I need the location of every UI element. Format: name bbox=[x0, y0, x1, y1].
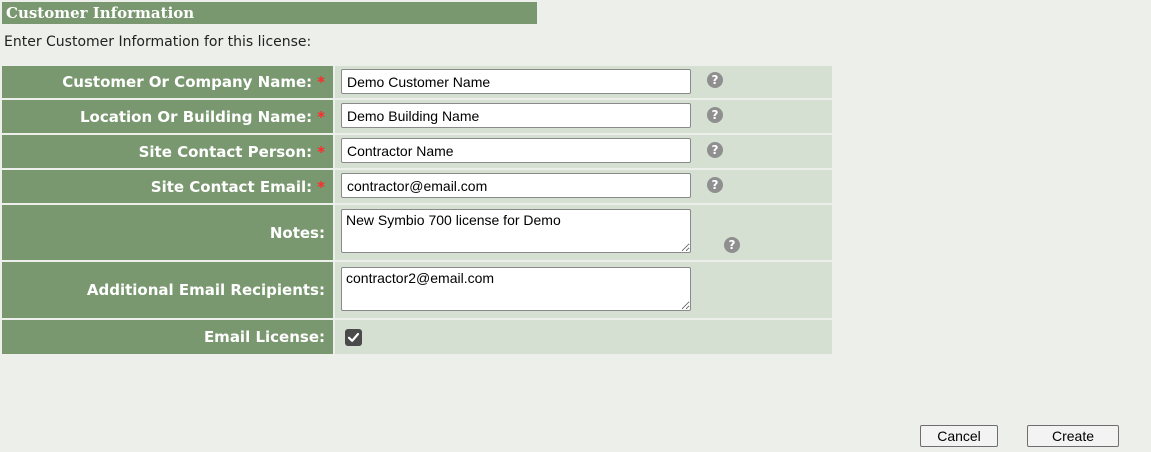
required-marker: * bbox=[317, 107, 325, 126]
form-row-site-contact-email: Site Contact Email: * ? bbox=[2, 170, 832, 203]
notes-label: Notes: bbox=[269, 223, 325, 242]
site-contact-person-value-cell: ? bbox=[335, 135, 832, 168]
required-marker: * bbox=[317, 73, 325, 91]
additional-recipients-value-cell: contractor2@email.com bbox=[335, 262, 832, 318]
site-contact-email-label-cell: Site Contact Email: * bbox=[2, 170, 333, 203]
customer-form: Customer Or Company Name: * ? Location O… bbox=[2, 66, 832, 356]
email-license-value-cell bbox=[335, 320, 832, 354]
form-row-additional-recipients: Additional Email Recipients: contractor2… bbox=[2, 262, 832, 318]
customer-name-input[interactable] bbox=[341, 69, 691, 94]
customer-name-value-cell: ? bbox=[335, 66, 832, 98]
site-contact-email-value-cell: ? bbox=[335, 170, 832, 203]
site-contact-email-input[interactable] bbox=[341, 173, 691, 198]
question-circle-icon[interactable]: ? bbox=[707, 72, 723, 88]
additional-recipients-textarea[interactable]: contractor2@email.com bbox=[341, 267, 691, 311]
form-row-notes: Notes: New Symbio 700 license for Demo ? bbox=[2, 205, 832, 260]
cancel-button[interactable]: Cancel bbox=[920, 425, 998, 447]
location-name-value-cell: ? bbox=[335, 100, 832, 133]
create-button[interactable]: Create bbox=[1027, 425, 1119, 447]
email-license-label-cell: Email License: bbox=[2, 320, 333, 354]
question-circle-icon[interactable]: ? bbox=[707, 107, 723, 123]
question-circle-icon[interactable]: ? bbox=[724, 237, 740, 253]
customer-name-label-cell: Customer Or Company Name: * bbox=[2, 66, 333, 98]
site-contact-person-label-cell: Site Contact Person: * bbox=[2, 135, 333, 168]
form-row-location-name: Location Or Building Name: * ? bbox=[2, 100, 832, 133]
form-row-customer-name: Customer Or Company Name: * ? bbox=[2, 66, 832, 98]
form-row-email-license: Email License: bbox=[2, 320, 832, 354]
customer-name-label: Customer Or Company Name: bbox=[62, 73, 313, 91]
additional-recipients-label-cell: Additional Email Recipients: bbox=[2, 262, 333, 318]
location-name-label: Location Or Building Name: bbox=[79, 107, 313, 126]
checkmark-icon bbox=[347, 332, 360, 342]
section-description: Enter Customer Information for this lice… bbox=[4, 34, 312, 50]
location-name-label-cell: Location Or Building Name: * bbox=[2, 100, 333, 133]
site-contact-person-input[interactable] bbox=[341, 138, 691, 163]
question-circle-icon[interactable]: ? bbox=[707, 142, 723, 158]
site-contact-person-label: Site Contact Person: bbox=[138, 142, 313, 161]
required-marker: * bbox=[317, 142, 325, 161]
site-contact-email-label: Site Contact Email: bbox=[150, 177, 313, 196]
email-license-label: Email License: bbox=[203, 328, 325, 346]
email-license-checkbox[interactable] bbox=[345, 329, 362, 346]
required-marker: * bbox=[317, 177, 325, 196]
section-header: Customer Information bbox=[2, 2, 537, 24]
location-name-input[interactable] bbox=[341, 103, 691, 128]
notes-value-cell: New Symbio 700 license for Demo ? bbox=[335, 205, 832, 260]
question-circle-icon[interactable]: ? bbox=[707, 177, 723, 193]
notes-label-cell: Notes: bbox=[2, 205, 333, 260]
additional-recipients-label: Additional Email Recipients: bbox=[86, 281, 325, 299]
notes-textarea[interactable]: New Symbio 700 license for Demo bbox=[341, 209, 691, 253]
form-row-site-contact-person: Site Contact Person: * ? bbox=[2, 135, 832, 168]
